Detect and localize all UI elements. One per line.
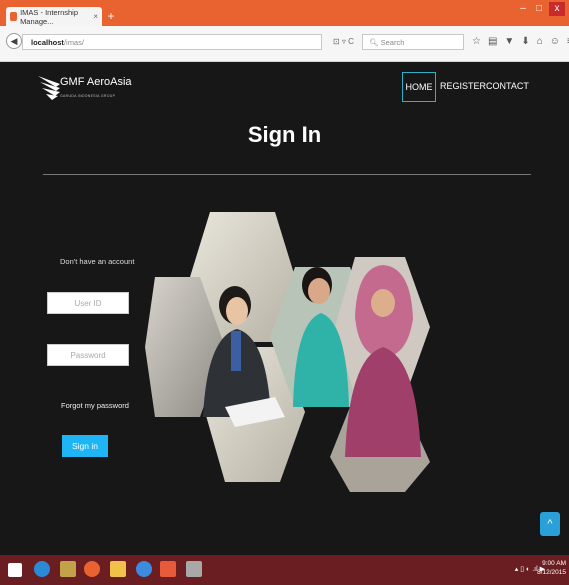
window-controls: – □ x	[517, 2, 565, 16]
browser-navbar: ◀ localhost/imas/ ⊡ ▿ C 🔍︎ Search ☆ ▤ ▼ …	[0, 26, 569, 62]
search-placeholder: Search	[380, 38, 405, 47]
browser-titlebar: IMAS - Internship Manage... × + – □ x	[0, 0, 569, 26]
back-icon[interactable]: ◀	[6, 33, 22, 49]
divider	[43, 174, 531, 175]
pocket-icon[interactable]: ▼	[504, 34, 514, 50]
bookmark-star-icon[interactable]: ☆	[472, 34, 481, 50]
xampp-icon[interactable]	[160, 561, 176, 577]
favicon-icon	[10, 12, 18, 21]
file-explorer-icon[interactable]	[110, 561, 126, 577]
nav-contact[interactable]: CONTACT	[486, 72, 529, 100]
download-icon[interactable]: ⬇	[521, 34, 529, 50]
windows-start-icon[interactable]	[8, 563, 22, 577]
home-icon[interactable]: ⌂	[537, 34, 543, 50]
app-icon[interactable]	[186, 561, 202, 577]
search-input[interactable]: 🔍︎ Search	[362, 34, 464, 50]
tab-close-icon[interactable]: ×	[93, 12, 98, 21]
maximize-button[interactable]: □	[533, 2, 545, 16]
firefox-icon[interactable]	[84, 561, 100, 577]
internet-explorer-icon[interactable]	[34, 561, 50, 577]
tab-title: IMAS - Internship Manage...	[20, 7, 79, 26]
url-host: localhost	[31, 38, 64, 47]
logo-text: GMF AeroAsia	[60, 76, 132, 88]
logo-subtitle: GARUDA INDONESIA GROUP	[60, 94, 116, 98]
clock: 9:00 AM 8/12/2015	[537, 559, 566, 577]
hexagon-photo-collage	[145, 212, 430, 492]
nav-home[interactable]: HOME	[402, 72, 436, 102]
chrome-icon[interactable]	[136, 561, 152, 577]
address-bar[interactable]: localhost/imas/	[22, 34, 322, 50]
sync-icon[interactable]: ☺	[550, 34, 560, 50]
new-tab-button[interactable]: +	[104, 9, 118, 23]
media-icon[interactable]	[60, 561, 76, 577]
close-window-button[interactable]: x	[549, 2, 565, 16]
nav-register[interactable]: REGISTER	[440, 72, 486, 100]
password-field[interactable]: Password	[47, 344, 129, 366]
page: GMF AeroAsia GARUDA INDONESIA GROUP HOME…	[0, 62, 569, 555]
forgot-password-link[interactable]: Forgot my password	[61, 401, 129, 410]
minimize-button[interactable]: –	[517, 2, 529, 16]
page-title: Sign In	[247, 122, 322, 147]
user-id-field[interactable]: User ID	[47, 292, 129, 314]
browser-tab[interactable]: IMAS - Internship Manage... ×	[6, 7, 102, 26]
clock-time: 9:00 AM	[542, 560, 566, 567]
scroll-to-top-button[interactable]: ^	[540, 512, 560, 536]
search-icon: 🔍︎	[369, 38, 379, 47]
clock-date: 8/12/2015	[537, 569, 566, 576]
sign-in-button[interactable]: Sign in	[62, 435, 108, 457]
no-account-link[interactable]: Don't have an account	[60, 257, 134, 266]
url-actions[interactable]: ⊡ ▿ C	[333, 34, 354, 50]
toolbar-icons: ☆ ▤ ▼ ⬇ ⌂ ☺ ≡	[472, 34, 569, 50]
windows-taskbar: ▴ ▯ ◐ .ıl ▶ 9:00 AM 8/12/2015	[0, 555, 569, 585]
url-path: /imas/	[63, 38, 84, 47]
reading-list-icon[interactable]: ▤	[488, 34, 497, 50]
